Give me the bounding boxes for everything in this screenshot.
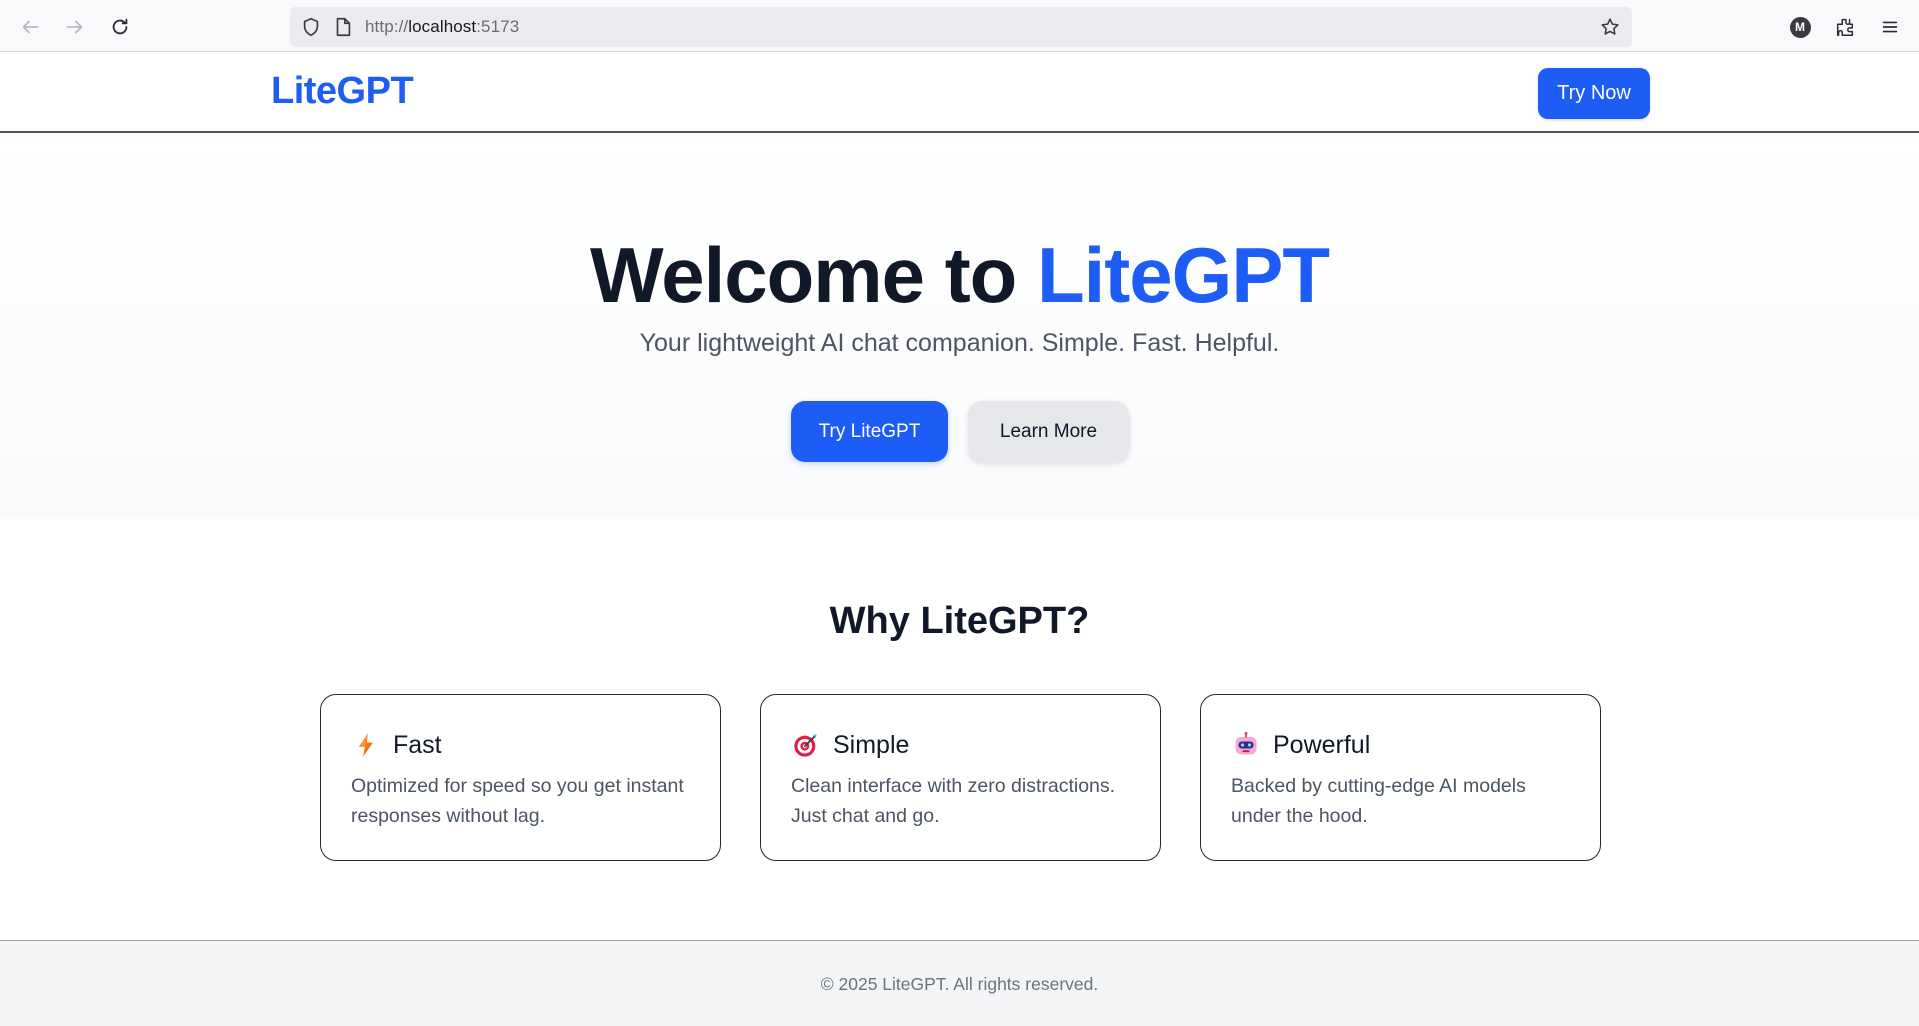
browser-toolbar: http://localhost:5173 M — [0, 0, 1919, 52]
reload-icon — [112, 18, 128, 35]
address-bar[interactable]: http://localhost:5173 — [290, 7, 1632, 47]
hero-section: Welcome to LiteGPT Your lightweight AI c… — [0, 135, 1919, 519]
feature-card-title: Powerful — [1273, 730, 1371, 759]
forward-button[interactable] — [59, 11, 91, 43]
feature-card-text: Optimized for speed so you get instant r… — [351, 775, 684, 827]
url-text[interactable]: http://localhost:5173 — [365, 17, 519, 37]
lightning-icon — [351, 730, 381, 760]
feature-card-text: Backed by cutting-edge AI models under t… — [1231, 775, 1526, 827]
try-litegpt-button[interactable]: Try LiteGPT — [791, 401, 948, 462]
features-title: Why LiteGPT? — [829, 600, 1090, 642]
hero-subtitle: Your lightweight AI chat companion. Simp… — [639, 329, 1280, 357]
shield-icon[interactable] — [300, 16, 322, 38]
puzzle-icon — [1836, 18, 1854, 36]
logo[interactable]: LiteGPT — [271, 70, 414, 113]
arrow-right-icon — [66, 20, 83, 34]
robot-icon — [1231, 730, 1261, 760]
reload-button[interactable] — [104, 11, 136, 43]
feature-card-title: Simple — [833, 730, 910, 759]
try-now-button[interactable]: Try Now — [1538, 68, 1650, 119]
page-icon[interactable] — [332, 16, 354, 38]
hero-title-accent: LiteGPT — [1036, 231, 1330, 319]
feature-card-simple: Simple Clean interface with zero distrac… — [760, 694, 1161, 861]
feature-card-powerful: Powerful Backed by cutting-edge AI model… — [1200, 694, 1601, 861]
arrow-left-icon — [22, 20, 39, 34]
site-footer: © 2025 LiteGPT. All rights reserved. — [0, 940, 1919, 1026]
hero-title-prefix: Welcome to — [590, 231, 1037, 319]
target-icon — [791, 730, 821, 760]
menu-button[interactable] — [1874, 11, 1906, 43]
back-button[interactable] — [14, 11, 46, 43]
hamburger-icon — [1882, 21, 1898, 33]
bookmark-star-icon[interactable] — [1599, 16, 1621, 38]
feature-card-text: Clean interface with zero distractions. … — [791, 775, 1116, 827]
footer-copyright: © 2025 LiteGPT. All rights reserved. — [820, 974, 1099, 994]
site-header: LiteGPT Try Now — [0, 53, 1919, 133]
learn-more-button[interactable]: Learn More — [968, 401, 1129, 462]
hero-title: Welcome to LiteGPT — [0, 230, 1919, 321]
avatar: M — [1789, 16, 1811, 38]
feature-card-title: Fast — [393, 730, 442, 759]
profile-button[interactable]: M — [1784, 11, 1816, 43]
feature-card-fast: Fast Optimized for speed so you get inst… — [320, 694, 721, 861]
extensions-button[interactable] — [1829, 11, 1861, 43]
